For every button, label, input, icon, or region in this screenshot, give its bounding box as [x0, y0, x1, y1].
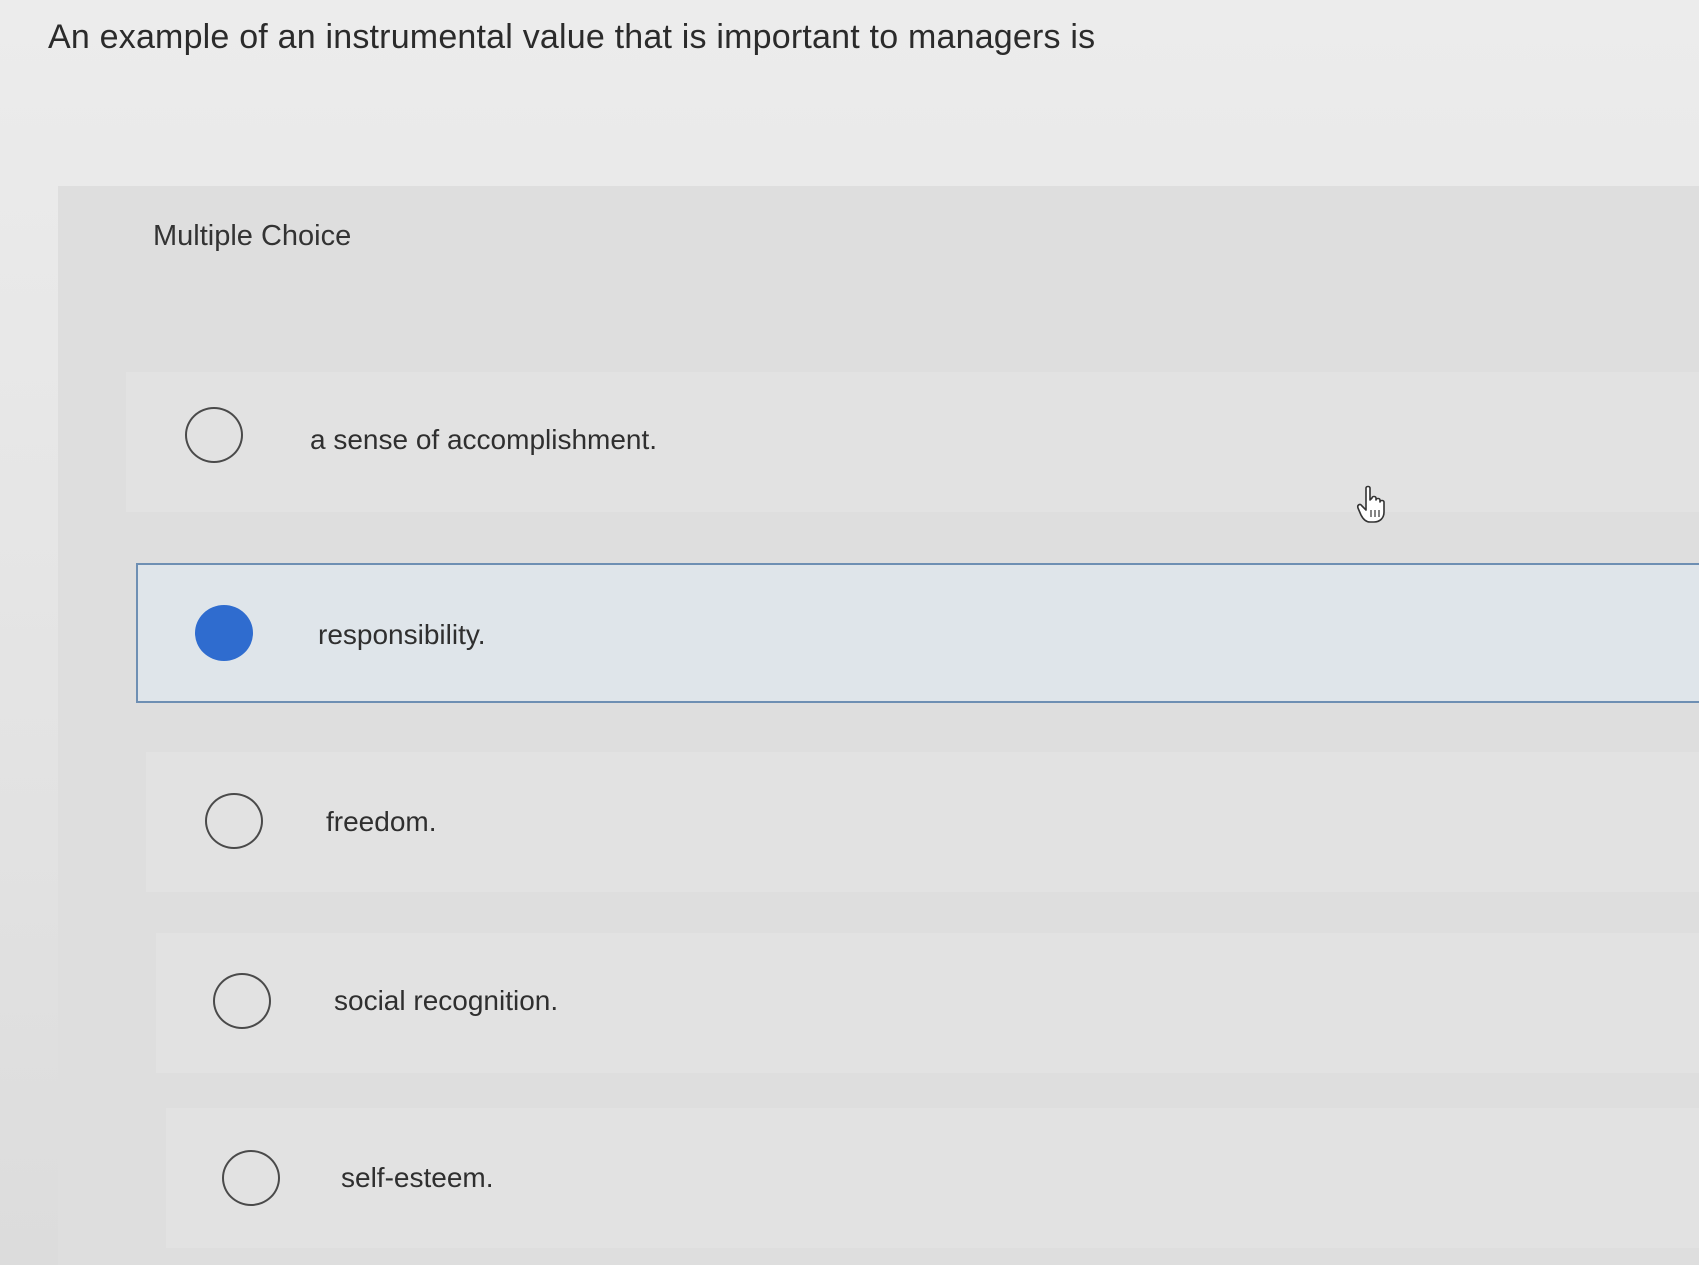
- choice-option-4[interactable]: social recognition.: [156, 933, 1699, 1073]
- choice-label-3: freedom.: [326, 806, 437, 837]
- radio-button-2-selected[interactable]: [195, 605, 253, 661]
- choice-label-1: a sense of accomplishment.: [310, 424, 658, 455]
- choice-option-1[interactable]: a sense of accomplishment.: [126, 372, 1699, 512]
- radio-button-4[interactable]: [213, 973, 271, 1029]
- radio-button-1[interactable]: [185, 407, 243, 463]
- choice-label-2: responsibility.: [318, 619, 486, 650]
- choice-label-5: self-esteem.: [341, 1162, 494, 1193]
- radio-button-5[interactable]: [222, 1150, 280, 1206]
- choice-option-2[interactable]: responsibility.: [136, 563, 1699, 703]
- hand-pointer-icon: [1357, 485, 1385, 523]
- question-text: An example of an instrumental value that…: [48, 18, 1096, 56]
- choice-option-5[interactable]: self-esteem.: [166, 1108, 1699, 1248]
- multiple-choice-panel: [58, 186, 1699, 1265]
- question-type-label: Multiple Choice: [153, 220, 352, 252]
- choice-label-4: social recognition.: [334, 985, 559, 1016]
- choice-option-3[interactable]: freedom.: [146, 752, 1699, 892]
- radio-button-3[interactable]: [205, 793, 263, 849]
- quiz-page: An example of an instrumental value that…: [0, 0, 1699, 1265]
